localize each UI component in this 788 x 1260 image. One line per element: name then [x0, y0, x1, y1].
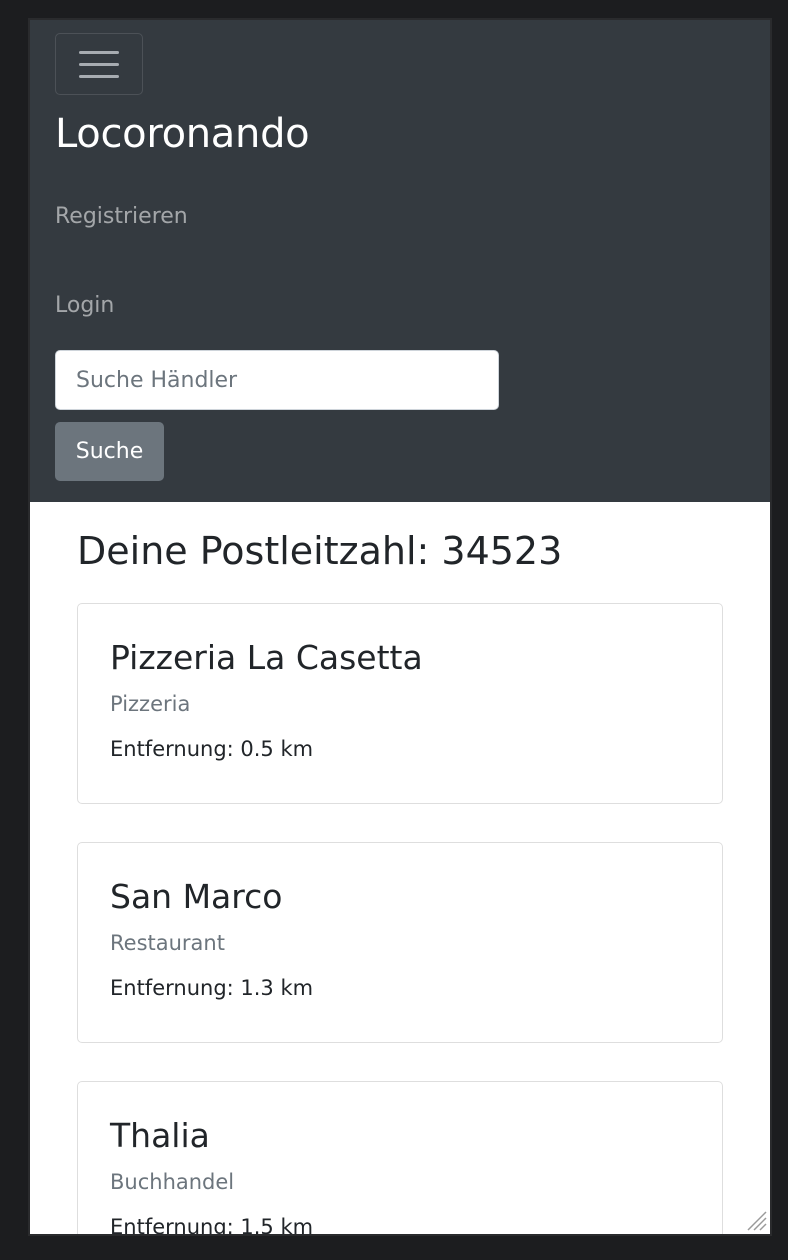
hamburger-menu-icon-bar	[79, 63, 119, 66]
nav-link-login[interactable]: Login	[55, 291, 114, 321]
search-button[interactable]: Suche	[55, 422, 164, 481]
merchant-category: Restaurant	[110, 931, 225, 955]
brand-logo[interactable]: Locoronando	[55, 108, 310, 160]
merchant-card[interactable]: San Marco Restaurant Entfernung: 1.3 km	[77, 842, 723, 1043]
merchant-distance: Entfernung: 1.3 km	[110, 976, 314, 1000]
search-input[interactable]	[55, 350, 499, 410]
merchant-distance: Entfernung: 1.5 km	[110, 1215, 314, 1236]
navbar-toggler-button[interactable]	[55, 33, 143, 95]
browser-viewport: Locoronando Registrieren Login Suche Dei…	[28, 18, 772, 1236]
postal-code-heading: Deine Postleitzahl: 34523	[77, 529, 563, 573]
resize-grip-icon[interactable]	[744, 1208, 768, 1232]
merchant-card[interactable]: Thalia Buchhandel Entfernung: 1.5 km	[77, 1081, 723, 1236]
merchant-card[interactable]: Pizzeria La Casetta Pizzeria Entfernung:…	[77, 603, 723, 804]
nav-link-registrieren[interactable]: Registrieren	[55, 202, 188, 232]
merchant-name: Thalia	[110, 1116, 210, 1155]
merchant-name: Pizzeria La Casetta	[110, 638, 423, 677]
hamburger-menu-icon	[79, 51, 119, 54]
navbar: Locoronando Registrieren Login Suche	[30, 20, 770, 502]
merchant-category: Buchhandel	[110, 1170, 235, 1194]
main-content: Deine Postleitzahl: 34523 Pizzeria La Ca…	[30, 502, 770, 1236]
merchant-category: Pizzeria	[110, 692, 191, 716]
merchant-distance: Entfernung: 0.5 km	[110, 737, 314, 761]
merchant-name: San Marco	[110, 877, 283, 916]
hamburger-menu-icon-bar	[79, 75, 119, 78]
